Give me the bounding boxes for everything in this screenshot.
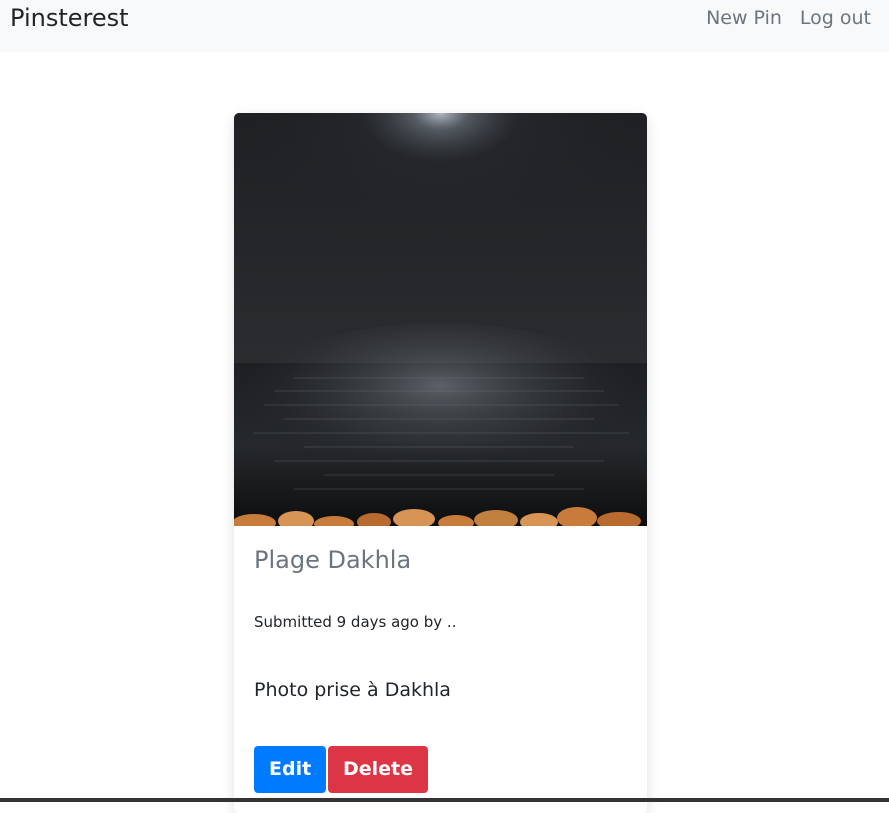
pin-title: Plage Dakhla bbox=[254, 546, 412, 574]
pin-card: Plage Dakhla Submitted 9 days ago by .. … bbox=[234, 113, 647, 813]
pin-description: Photo prise à Dakhla bbox=[254, 679, 451, 701]
log-out-link[interactable]: Log out bbox=[800, 5, 871, 31]
pin-meta: Submitted 9 days ago by .. bbox=[254, 613, 457, 631]
new-pin-link[interactable]: New Pin bbox=[706, 5, 782, 31]
delete-button[interactable]: Delete bbox=[328, 746, 429, 793]
pin-image bbox=[234, 113, 647, 526]
nav-links: New Pin Log out bbox=[706, 5, 871, 31]
bottom-edge bbox=[0, 798, 889, 802]
edit-button[interactable]: Edit bbox=[254, 746, 327, 793]
top-navbar: Pinsterest New Pin Log out bbox=[0, 0, 889, 52]
brand-link[interactable]: Pinsterest bbox=[10, 2, 129, 34]
